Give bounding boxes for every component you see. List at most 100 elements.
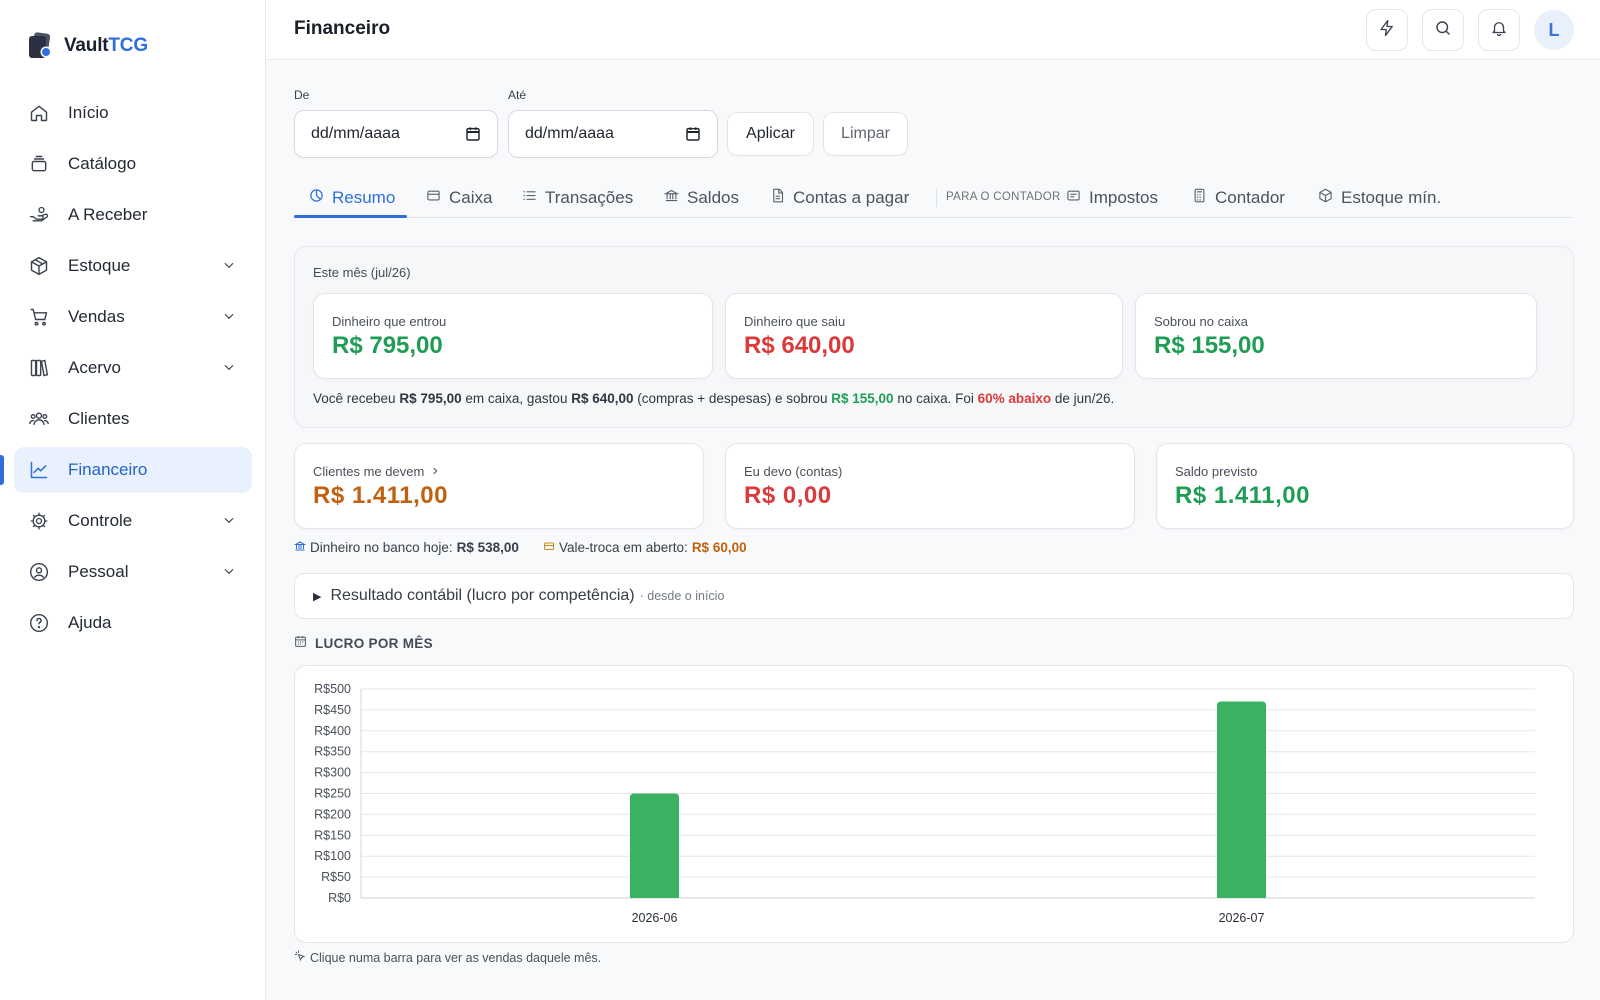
tab-contador[interactable]: Contador <box>1192 178 1285 218</box>
calendar-icon[interactable] <box>685 126 701 147</box>
sidebar-item-estoque[interactable]: Estoque <box>14 243 252 289</box>
help-icon <box>28 612 50 634</box>
bank-balance-label: Dinheiro no banco hoje: <box>310 540 453 555</box>
chevron-down-icon[interactable] <box>222 564 236 583</box>
summary-received-value: R$ 795,00 <box>399 391 462 406</box>
sidebar-item-financeiro[interactable]: Financeiro <box>14 447 252 493</box>
profit-chart-svg: R$0 R$50 R$100 R$150 R$200 R$250 R$300 R$350 R$4… <box>314 682 1535 925</box>
kpi-label: Dinheiro que entrou <box>332 314 447 329</box>
y-tick-label: R$200 <box>314 807 351 821</box>
tab-saldos[interactable]: Saldos <box>663 178 739 218</box>
sidebar-item-pessoal[interactable]: Pessoal <box>14 549 252 595</box>
x-tick-label: 2026-06 <box>632 911 678 925</box>
sidebar-item-label: Estoque <box>68 256 131 275</box>
bell-icon <box>1490 19 1508 42</box>
kpi-clients-owe-me[interactable]: Clientes me devem R$ 1.411,00 <box>294 443 704 529</box>
tab-estoque-minimo[interactable]: Estoque mín. <box>1318 178 1441 218</box>
x-tick-label: 2026-07 <box>1219 911 1265 925</box>
chevron-down-icon[interactable] <box>222 360 236 379</box>
kpi-forecast-balance: Saldo previsto R$ 1.411,00 <box>1156 443 1574 529</box>
tab-divider <box>936 189 937 207</box>
kpi-label: Clientes me devem <box>313 464 440 479</box>
y-tick-label: R$250 <box>314 787 351 801</box>
sidebar-item-clientes[interactable]: Clientes <box>14 396 252 442</box>
y-tick-label: R$150 <box>314 828 351 842</box>
tab-transacoes[interactable]: Transações <box>522 178 633 218</box>
summary-text: (compras + despesas) e sobrou <box>633 391 832 406</box>
y-tick-label: R$100 <box>314 849 351 863</box>
sidebar-item-acervo[interactable]: Acervo <box>14 345 252 391</box>
chart-hint: Clique numa barra para ver as vendas daq… <box>294 950 601 965</box>
accrual-result-toggle[interactable]: ▶ Resultado contábil (lucro por competên… <box>294 573 1574 619</box>
kpi-label-text: Clientes me devem <box>313 464 425 479</box>
chart-bar[interactable] <box>1217 701 1266 898</box>
avatar[interactable]: L <box>1534 10 1574 50</box>
kpi-value: R$ 1.411,00 <box>1175 482 1310 509</box>
voucher-value: R$ 60,00 <box>691 540 747 555</box>
sidebar-item-a-receber[interactable]: A Receber <box>14 192 252 238</box>
from-date-input[interactable]: dd/mm/aaaa <box>294 110 498 158</box>
chevron-down-icon[interactable] <box>222 258 236 277</box>
tab-label: Estoque mín. <box>1341 188 1442 207</box>
from-date-placeholder: dd/mm/aaaa <box>311 125 400 142</box>
sidebar-item-controle[interactable]: Controle <box>14 498 252 544</box>
brand-name: VaultTCG <box>64 35 148 57</box>
y-tick-label: R$500 <box>314 682 351 696</box>
chart-hint-text: Clique numa barra para ver as vendas daq… <box>310 950 602 965</box>
voucher-info: Vale-troca em aberto: R$ 60,00 <box>543 540 747 555</box>
sidebar: VaultTCG Início Catálogo A Receber Estoq… <box>0 0 266 1000</box>
tab-label: Transações <box>545 188 634 207</box>
sidebar-nav: Início Catálogo A Receber Estoque Vendas… <box>14 90 252 651</box>
chevron-right-icon <box>430 464 440 479</box>
month-summary: Este mês (jul/26) Dinheiro que entrou R$… <box>294 246 1574 428</box>
tabs-bar: Resumo Caixa Transações Saldos Contas a … <box>294 178 1574 218</box>
bank-balance-value: R$ 538,00 <box>456 540 519 555</box>
kpi-value: R$ 1.411,00 <box>313 482 448 509</box>
month-summary-sentence: Você recebeu R$ 795,00 em caixa, gastou … <box>313 391 1114 406</box>
tab-caixa[interactable]: Caixa <box>426 178 492 218</box>
sidebar-item-label: Pessoal <box>68 562 129 581</box>
kpi-value: R$ 795,00 <box>332 332 443 359</box>
summary-comparison-value: 60% abaixo <box>977 391 1052 406</box>
chevron-down-icon[interactable] <box>222 309 236 328</box>
cards-icon <box>28 153 50 175</box>
kpi-label: Saldo previsto <box>1175 464 1258 479</box>
tab-impostos[interactable]: Impostos <box>1066 178 1158 218</box>
sidebar-item-vendas[interactable]: Vendas <box>14 294 252 340</box>
voucher-label: Vale-troca em aberto: <box>559 540 688 555</box>
notifications-button[interactable] <box>1478 9 1520 51</box>
sidebar-item-label: Início <box>68 103 109 122</box>
kpi-value: R$ 0,00 <box>744 482 832 509</box>
bank-balance-info: Dinheiro no banco hoje: R$ 538,00 <box>293 540 519 555</box>
sidebar-item-catalogo[interactable]: Catálogo <box>14 141 252 187</box>
brand-name-main: Vault <box>64 35 109 56</box>
quick-action-button[interactable] <box>1366 9 1408 51</box>
chart-bar[interactable] <box>630 793 679 899</box>
to-date-input[interactable]: dd/mm/aaaa <box>508 110 718 158</box>
apply-button[interactable]: Aplicar <box>727 112 814 156</box>
from-date-label: De <box>294 88 310 102</box>
tab-label: Caixa <box>449 188 493 207</box>
tab-label: Resumo <box>332 188 396 207</box>
sidebar-item-ajuda[interactable]: Ajuda <box>14 600 252 646</box>
tab-resumo[interactable]: Resumo <box>309 178 395 218</box>
calendar-icon[interactable] <box>465 126 481 147</box>
kpi-cash-left: Sobrou no caixa R$ 155,00 <box>1135 293 1537 379</box>
clear-button[interactable]: Limpar <box>823 112 908 156</box>
brand[interactable]: VaultTCG <box>28 32 148 60</box>
chevron-down-icon[interactable] <box>222 513 236 532</box>
gear-icon <box>28 510 50 532</box>
search-button[interactable] <box>1422 9 1464 51</box>
caret-right-icon: ▶ <box>313 590 322 603</box>
receipt-icon <box>1066 188 1081 208</box>
summary-text: em caixa, gastou <box>461 391 572 406</box>
document-icon <box>770 188 785 208</box>
tab-contas-a-pagar[interactable]: Contas a pagar <box>770 178 909 218</box>
sidebar-item-inicio[interactable]: Início <box>14 90 252 136</box>
vault-logo-icon <box>28 32 52 60</box>
sidebar-item-label: Vendas <box>68 307 125 326</box>
profit-chart: R$0 R$50 R$100 R$150 R$200 R$250 R$300 R$350 R$4… <box>294 665 1574 943</box>
summary-spent-value: R$ 640,00 <box>571 391 634 406</box>
profit-section-title: LUCRO POR MÊS <box>294 635 433 651</box>
accrual-subtitle: · desde o início <box>639 589 725 603</box>
